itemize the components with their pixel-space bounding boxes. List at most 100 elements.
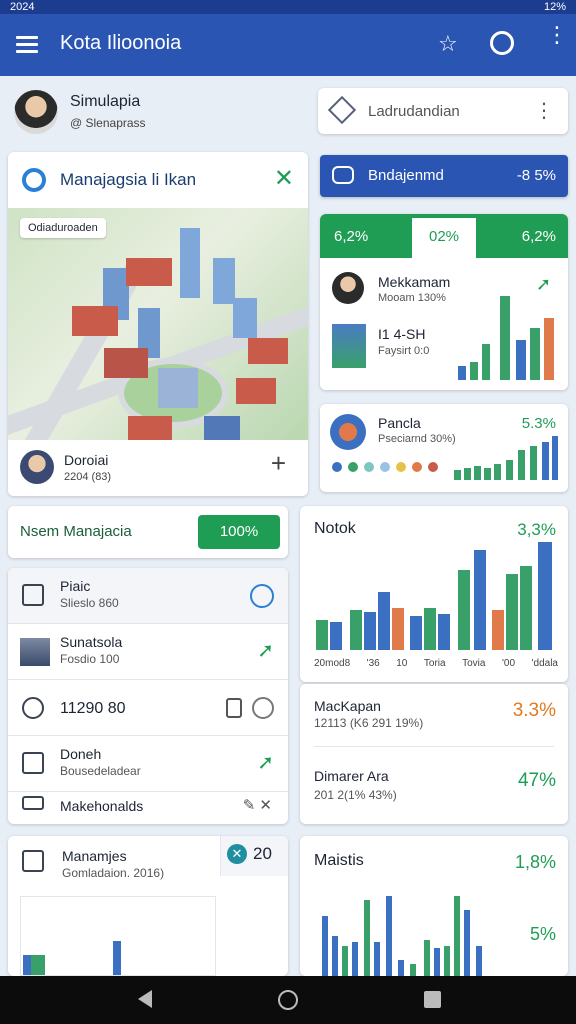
badge-count: 20 bbox=[253, 844, 272, 863]
tab-2[interactable]: 02% bbox=[412, 218, 476, 258]
maistis-title: Maistis bbox=[314, 852, 364, 869]
manamjes-sub: Gomladaion. 2016) bbox=[62, 866, 165, 880]
more-vert-icon[interactable]: ⋮ bbox=[546, 24, 568, 46]
row2-name: I1 4-SH bbox=[378, 326, 426, 342]
maistis-chart bbox=[320, 892, 520, 976]
list-item[interactable]: Piaic Slieslo 860 bbox=[8, 568, 288, 624]
copyright-icon[interactable] bbox=[252, 697, 274, 719]
axis-label: '36 bbox=[366, 658, 380, 669]
pancla-avatar bbox=[330, 414, 366, 450]
list-item-sub: Bousedeladear bbox=[60, 764, 141, 778]
search-box[interactable]: Ladrudandian ⋮ bbox=[318, 88, 568, 134]
document-icon bbox=[22, 850, 44, 872]
recents-icon[interactable] bbox=[424, 991, 441, 1008]
metrics-card: MacKapan 12113 (K6 291 19%) 3.3% Dimarer… bbox=[300, 684, 568, 824]
close-circle-icon[interactable]: ✕ bbox=[227, 844, 247, 864]
metric-title: Dimarer Ara bbox=[314, 768, 389, 784]
metric-title: MacKapan bbox=[314, 698, 381, 714]
avatar[interactable] bbox=[14, 90, 58, 134]
pancla-chart bbox=[454, 432, 558, 480]
stats-button[interactable]: Bndajenmd -8 5% bbox=[320, 155, 568, 197]
star-icon[interactable]: ☆ bbox=[438, 31, 458, 57]
list-item[interactable]: Doneh Bousedeladear ➚ bbox=[8, 736, 288, 792]
metric-value: 3.3% bbox=[512, 700, 556, 721]
profile-name: Simulapia bbox=[70, 93, 141, 110]
back-icon[interactable] bbox=[138, 990, 152, 1008]
list-item[interactable]: 11290 80 bbox=[8, 680, 288, 736]
list-item-sub: Slieslo 860 bbox=[60, 596, 119, 610]
document-icon bbox=[22, 584, 44, 606]
status-bar: 2024 12% bbox=[0, 0, 576, 14]
map-pin-icon bbox=[22, 697, 44, 719]
notok-title: Notok bbox=[314, 520, 356, 537]
stats-button-value: -8 5% bbox=[516, 167, 556, 184]
list-item-title: Makehonalds bbox=[60, 798, 144, 814]
footer-avatar bbox=[20, 450, 54, 484]
pancla-pct: 5.3% bbox=[521, 415, 556, 432]
list-item-title: 11290 80 bbox=[60, 700, 126, 717]
status-battery: 12% bbox=[543, 1, 566, 13]
home-icon[interactable] bbox=[278, 990, 298, 1010]
profile-handle: @ Slenaprass bbox=[70, 116, 146, 130]
status-time: 2024 bbox=[10, 1, 35, 13]
target-icon[interactable] bbox=[250, 584, 274, 608]
navigation-bar bbox=[0, 976, 576, 1024]
bookmark-icon[interactable] bbox=[226, 698, 242, 718]
app-title: Kota Ilioonoia bbox=[60, 32, 182, 54]
axis-label: 10 bbox=[396, 658, 408, 669]
maistis-card: Maistis 1,8% 5% bbox=[300, 836, 568, 976]
stats-tabs: 6,2% 02% 6,2% bbox=[320, 214, 568, 258]
app-bar: Kota Ilioonoia ☆ ⋮ bbox=[0, 14, 576, 76]
trend-up-icon: ➚ bbox=[257, 640, 274, 662]
map-badge: Odiaduroaden bbox=[20, 218, 106, 238]
manamjes-title: Manamjes bbox=[62, 848, 127, 864]
axis-label: 'ddala bbox=[531, 658, 558, 669]
manamjes-card: Manamjes Gomladaion. 2016) ✕ 20 bbox=[8, 836, 288, 976]
axis-label: Tovia bbox=[462, 658, 486, 669]
list-item[interactable]: Makehonalds ✎ ✕ bbox=[8, 792, 288, 824]
row1-sub: Mooam 130% bbox=[378, 292, 446, 304]
pancla-name: Pancla bbox=[378, 415, 421, 431]
pancla-card[interactable]: Pancla Pseciarnd 30%) 5.3% bbox=[320, 404, 568, 492]
list-item[interactable]: Sunatsola Fosdio 100 ➚ bbox=[8, 624, 288, 680]
search-more-icon[interactable]: ⋮ bbox=[534, 98, 554, 123]
map-footer[interactable]: Doroiai 2204 (83) + bbox=[8, 440, 308, 496]
edit-icon[interactable]: ✎ ✕ bbox=[243, 796, 272, 814]
close-icon[interactable]: ✕ bbox=[274, 164, 294, 193]
city-map[interactable]: Odiaduroaden bbox=[8, 208, 308, 477]
map-card-title: Manajagsia li Ikan bbox=[60, 170, 197, 189]
location-icon bbox=[327, 95, 357, 125]
metric-sub: 12113 (K6 291 19%) bbox=[314, 716, 424, 730]
maistis-v1: 1,8% bbox=[514, 852, 556, 872]
settings-icon[interactable] bbox=[490, 31, 514, 55]
row-avatar bbox=[332, 272, 364, 304]
tab-3[interactable]: 6,2% bbox=[522, 228, 556, 245]
mini-bar-chart bbox=[458, 294, 560, 380]
menu-icon[interactable] bbox=[16, 32, 38, 57]
thumbnail-image bbox=[20, 638, 50, 666]
axis-label: '00 bbox=[502, 658, 516, 669]
notok-pct: 3,3% bbox=[517, 520, 556, 539]
tab-1[interactable]: 6,2% bbox=[334, 228, 368, 245]
footer-name: Doroiai bbox=[64, 452, 109, 468]
metric-value: 47% bbox=[517, 770, 556, 791]
search-label: Ladrudandian bbox=[368, 103, 460, 120]
row-image bbox=[332, 324, 366, 368]
list-item-title: Doneh bbox=[60, 746, 102, 762]
stats-button-label: Bndajenmd bbox=[368, 167, 444, 184]
row2-sub: Faysirt 0:0 bbox=[378, 345, 430, 357]
list-card: Piaic Slieslo 860 Sunatsola Fosdio 100 ➚… bbox=[8, 568, 288, 824]
map-card: Manajagsia li Ikan ✕ Odiaduroaden Doroia… bbox=[8, 152, 308, 496]
notok-axis: 20mod8 '36 10 Toria Tovia '00 'ddala bbox=[314, 658, 558, 669]
color-dots bbox=[332, 462, 442, 474]
list-item-sub: Fosdio 100 bbox=[60, 652, 120, 666]
circle-logo-icon bbox=[22, 168, 46, 192]
list-item-title: Piaic bbox=[60, 578, 91, 594]
axis-label: Toria bbox=[423, 658, 446, 669]
badge-area[interactable]: ✕ 20 bbox=[220, 836, 288, 876]
manamjes-chart bbox=[20, 896, 216, 976]
manage-button[interactable]: 100% bbox=[198, 515, 280, 549]
add-icon[interactable]: + bbox=[271, 448, 286, 479]
list-item-title: Sunatsola bbox=[60, 634, 123, 650]
trend-up-icon: ➚ bbox=[257, 752, 274, 774]
